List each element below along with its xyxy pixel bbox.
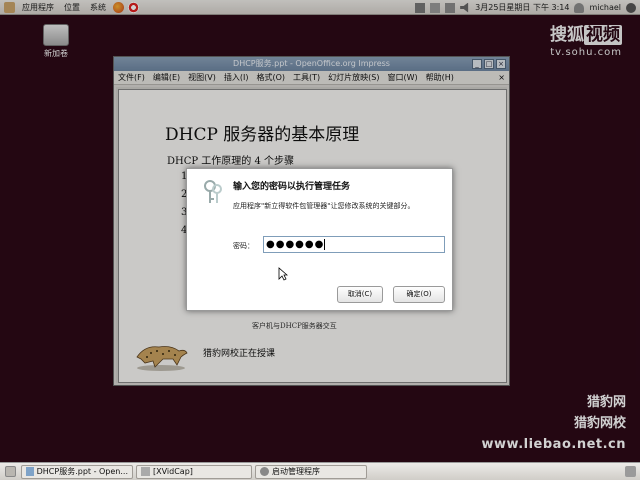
taskbar: DHCP服务.ppt - Open... [XVidCap] 启动管理程序 xyxy=(0,462,640,480)
keys-icon xyxy=(204,180,222,203)
auth-dialog: 输入您的密码以执行管理任务 应用程序"新立得软件包管理器"让您修改系统的关键部分… xyxy=(186,168,453,311)
desktop: 应用程序 位置 系统 3月25日星期日 下午 3:14 michael 新加卷 … xyxy=(0,0,640,480)
task-label: [XVidCap] xyxy=(153,466,193,476)
show-desktop-icon[interactable] xyxy=(5,466,16,477)
task-label: 启动管理程序 xyxy=(272,466,320,476)
password-value: ●●●●●● xyxy=(266,239,325,250)
task-impress[interactable]: DHCP服务.ppt - Open... xyxy=(21,464,133,479)
text-caret xyxy=(324,238,326,250)
ok-button[interactable]: 确定(O) xyxy=(393,286,445,303)
dialog-message: 应用程序"新立得软件包管理器"让您修改系统的关键部分。 xyxy=(233,202,415,210)
task-xvidcap[interactable]: [XVidCap] xyxy=(136,464,252,479)
cancel-button[interactable]: 取消(C) xyxy=(337,286,383,303)
dialog-title: 输入您的密码以执行管理任务 xyxy=(233,182,351,192)
password-label: 密码： xyxy=(233,242,254,250)
task-label: DHCP服务.ppt - Open... xyxy=(36,466,128,476)
task-admin-launcher[interactable]: 启动管理程序 xyxy=(255,464,367,479)
mouse-cursor-icon xyxy=(278,267,288,281)
impress-app-icon xyxy=(26,467,34,476)
trash-icon[interactable] xyxy=(625,466,636,477)
password-field[interactable]: ●●●●●● xyxy=(263,236,445,253)
gear-icon xyxy=(260,467,269,476)
window-icon xyxy=(141,467,150,476)
